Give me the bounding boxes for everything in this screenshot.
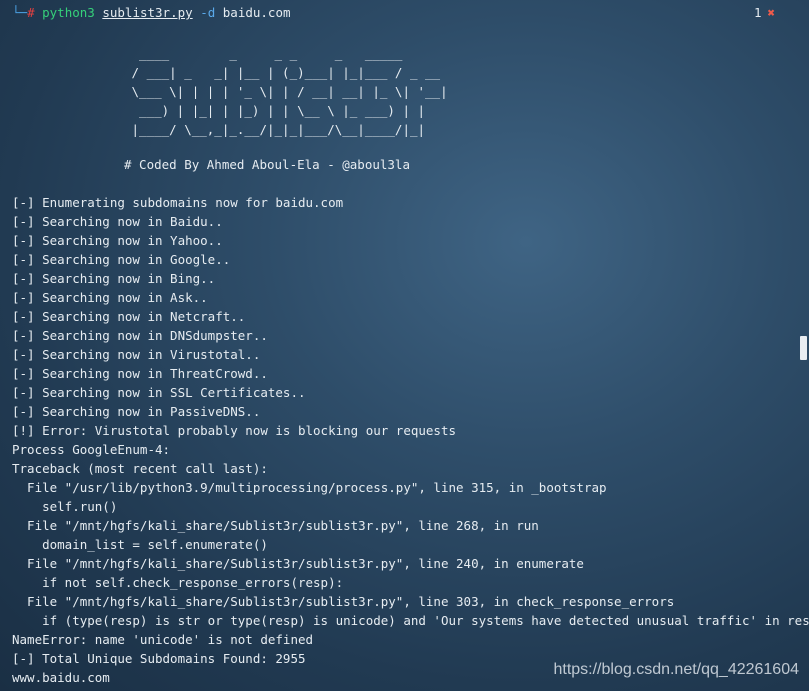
- job-count: 1: [753, 5, 762, 20]
- banner-line: |____/ \__,_|_.__/|_|_|___/\__|____/|_|: [124, 122, 426, 137]
- output-line: Traceback (most recent call last):: [12, 461, 268, 476]
- banner-line: \___ \| | | | '_ \| | / __| __| |_ \| '_…: [124, 84, 448, 99]
- command-prompt[interactable]: └─# python3 sublist3r.py -d baidu.com: [12, 4, 291, 22]
- prompt-domain-arg: baidu.com: [222, 5, 291, 20]
- output-line: [-] Searching now in Netcraft..: [12, 309, 246, 324]
- banner-line: / ___| _ _| |__ | (_)___| |_|___ / _ __: [124, 65, 441, 80]
- output-line: Process GoogleEnum-4:: [12, 442, 171, 457]
- terminal-output: [-] Enumerating subdomains now for baidu…: [12, 193, 809, 687]
- output-line: NameError: name 'unicode' is not defined: [12, 632, 314, 647]
- prompt-root-symbol: #: [27, 5, 35, 20]
- output-line: if (type(resp) is str or type(resp) is u…: [12, 613, 809, 628]
- output-line: [-] Searching now in SSL Certificates..: [12, 385, 306, 400]
- watermark-text: https://blog.csdn.net/qq_42261604: [553, 661, 799, 678]
- output-line: domain_list = self.enumerate(): [12, 537, 268, 552]
- job-status: 1 ✖: [754, 4, 775, 22]
- error-x-icon: ✖: [767, 5, 775, 20]
- output-line: self.run(): [12, 499, 118, 514]
- prompt-tree-glyph: └─: [12, 5, 28, 20]
- output-line: [-] Searching now in Yahoo..: [12, 233, 223, 248]
- output-line: [-] Searching now in ThreatCrowd..: [12, 366, 268, 381]
- output-line: if not self.check_response_errors(resp):: [12, 575, 344, 590]
- output-line: [-] Searching now in Google..: [12, 252, 231, 267]
- ascii-banner: ____ _ _ _ _ _____ / ___| _ _| |__ | (_)…: [124, 44, 448, 139]
- banner-credit: # Coded By Ahmed Aboul-Ela - @aboul3la: [124, 157, 410, 172]
- output-line: File "/mnt/hgfs/kali_share/Sublist3r/sub…: [12, 518, 539, 533]
- banner-line: ____ _ _ _ _ _____: [124, 46, 403, 61]
- banner-line: ___) | |_| | |_) | | \__ \ |_ ___) | |: [124, 103, 426, 118]
- output-line: File "/mnt/hgfs/kali_share/Sublist3r/sub…: [12, 556, 584, 571]
- output-line: [-] Enumerating subdomains now for baidu…: [12, 195, 344, 210]
- output-line: [-] Searching now in Baidu..: [12, 214, 223, 229]
- output-line: [-] Searching now in PassiveDNS..: [12, 404, 261, 419]
- output-line: File "/mnt/hgfs/kali_share/Sublist3r/sub…: [12, 594, 675, 609]
- prompt-flag: -d: [200, 5, 216, 20]
- output-line: [-] Searching now in Virustotal..: [12, 347, 261, 362]
- output-line: [-] Searching now in Bing..: [12, 271, 216, 286]
- output-line: [-] Searching now in Ask..: [12, 290, 208, 305]
- output-line: File "/usr/lib/python3.9/multiprocessing…: [12, 480, 607, 495]
- prompt-command: python3: [42, 5, 95, 20]
- scrollbar-thumb[interactable]: [800, 336, 807, 360]
- output-line: [-] Searching now in DNSdumpster..: [12, 328, 268, 343]
- output-line: [!] Error: Virustotal probably now is bl…: [12, 423, 457, 438]
- prompt-script-arg: sublist3r.py: [102, 5, 193, 20]
